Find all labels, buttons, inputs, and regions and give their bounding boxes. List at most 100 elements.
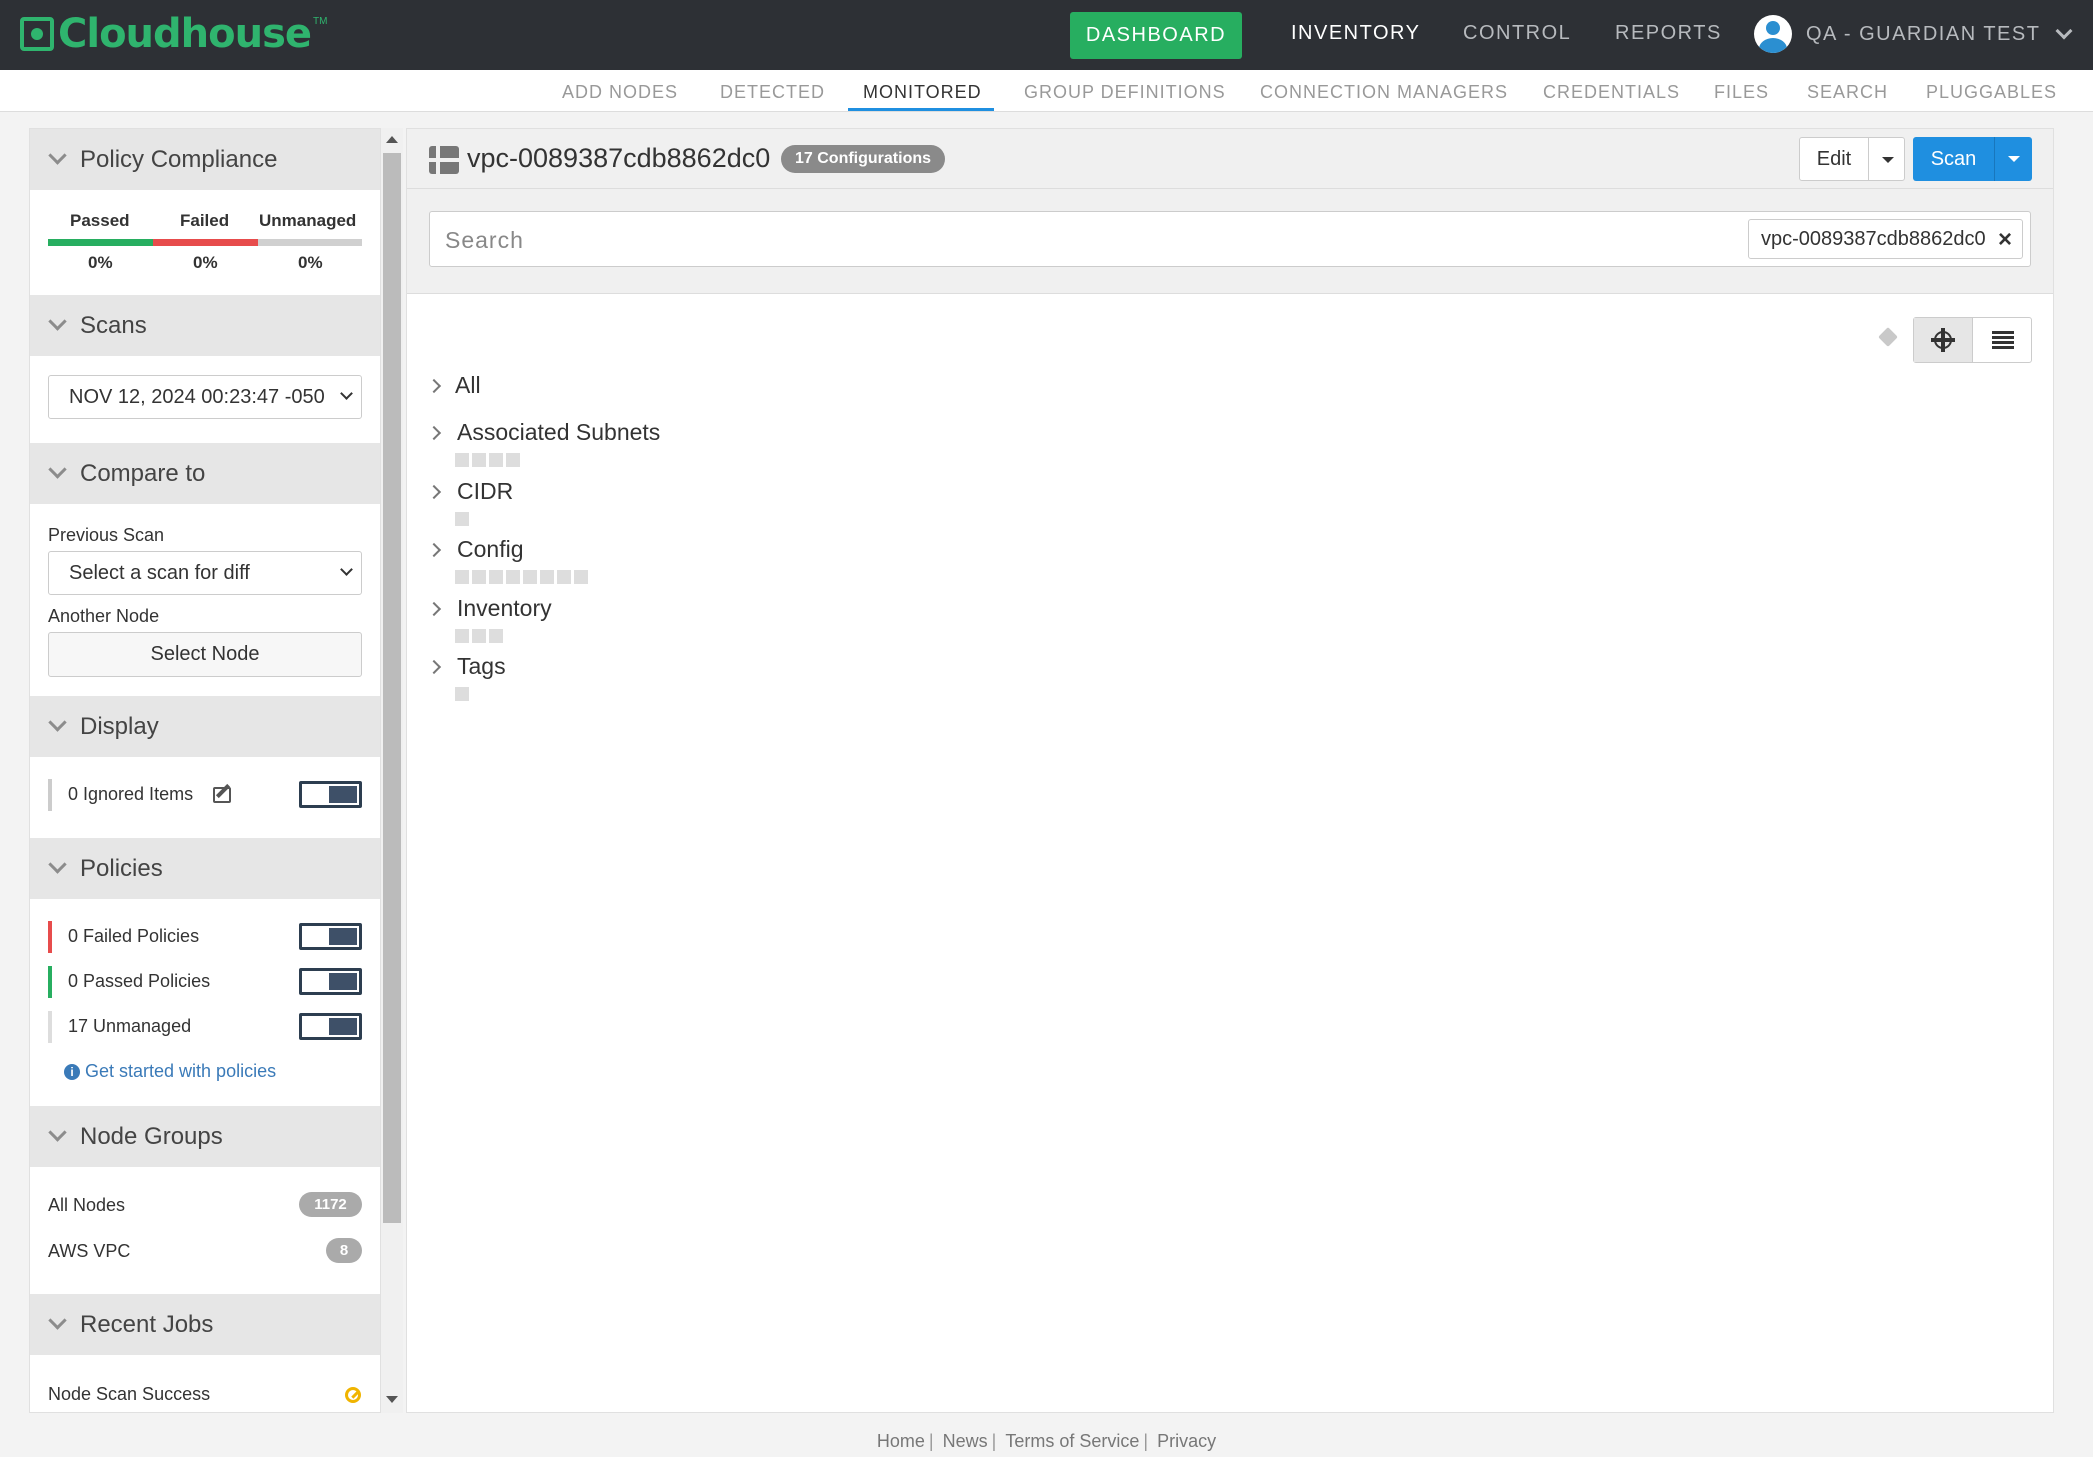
- unmanaged-indicator: [48, 1011, 52, 1043]
- subnav-group-definitions[interactable]: GROUP DEFINITIONS: [1024, 82, 1226, 103]
- node-header: vpc-0089387cdb8862dc0 17 Configurations …: [407, 129, 2053, 189]
- chevron-right-icon[interactable]: [426, 378, 442, 394]
- section-header-scans[interactable]: Scans: [30, 295, 380, 356]
- scroll-up-arrow-icon[interactable]: [386, 136, 398, 143]
- section-header-recent-jobs[interactable]: Recent Jobs: [30, 1294, 380, 1355]
- chevron-down-icon: [48, 1123, 67, 1142]
- tree-node-label[interactable]: All: [455, 372, 481, 399]
- node-title: vpc-0089387cdb8862dc0: [467, 143, 771, 173]
- passed-bar: [48, 239, 153, 246]
- child-item-marker: [557, 570, 571, 584]
- tree-node-children-preview: [455, 570, 588, 584]
- subnav-add-nodes[interactable]: ADD NODES: [562, 82, 678, 103]
- footer-terms-link[interactable]: Terms of Service: [1005, 1431, 1139, 1451]
- subnav-detected[interactable]: DETECTED: [720, 82, 825, 103]
- cloudhouse-logo[interactable]: Cloudhouse TM: [20, 10, 327, 58]
- previous-scan-select[interactable]: Select a scan for diff: [48, 551, 362, 595]
- chevron-down-icon: [48, 855, 67, 874]
- nav-control[interactable]: CONTROL: [1463, 22, 1571, 45]
- subnav-monitored[interactable]: MONITORED: [863, 82, 982, 103]
- scroll-thumb[interactable]: [383, 153, 401, 1223]
- section-header-compare[interactable]: Compare to: [30, 443, 380, 504]
- edit-icon[interactable]: [213, 787, 231, 803]
- configurations-badge: 17 Configurations: [781, 145, 946, 173]
- chevron-right-icon[interactable]: [426, 601, 442, 617]
- edit-dropdown-button[interactable]: [1868, 137, 1905, 181]
- section-title: Scans: [80, 311, 147, 339]
- scan-button[interactable]: Scan: [1913, 137, 1995, 181]
- chevron-down-icon: [48, 460, 67, 479]
- section-title: Policy Compliance: [80, 145, 278, 173]
- list-view-icon[interactable]: [1992, 331, 2014, 349]
- failed-label: Failed: [180, 211, 230, 230]
- cog-icon: [20, 17, 54, 51]
- child-item-marker: [455, 512, 469, 526]
- section-header-node-groups[interactable]: Node Groups: [30, 1106, 380, 1167]
- footer-privacy-link[interactable]: Privacy: [1157, 1431, 1216, 1451]
- recent-job-item[interactable]: Node Scan Success: [48, 1384, 210, 1405]
- sidebar: Policy Compliance Passed Failed Unmanage…: [29, 128, 381, 1413]
- node-group-aws-vpc[interactable]: AWS VPC: [48, 1241, 130, 1262]
- chevron-right-icon[interactable]: [426, 542, 442, 558]
- tree-node-label[interactable]: Inventory: [457, 595, 552, 622]
- section-header-policies[interactable]: Policies: [30, 838, 380, 899]
- tree-view-button[interactable]: [1914, 318, 1973, 362]
- chevron-down-icon: [340, 563, 353, 576]
- unmanaged-toggle[interactable]: [299, 1013, 362, 1040]
- failed-policies-toggle[interactable]: [299, 923, 362, 950]
- search-input[interactable]: Search vpc-0089387cdb8862dc0 ×: [429, 211, 2031, 267]
- unmanaged-label: 17 Unmanaged: [68, 1016, 192, 1036]
- footer-news-link[interactable]: News: [943, 1431, 988, 1451]
- tree-node-label[interactable]: Associated Subnets: [457, 419, 660, 446]
- scan-dropdown-button[interactable]: [1995, 137, 2032, 181]
- unmanaged-label: Unmanaged: [259, 211, 357, 230]
- scan-select-value: NOV 12, 2024 00:23:47 -050: [69, 385, 325, 408]
- subnav-files[interactable]: FILES: [1714, 82, 1769, 103]
- child-item-marker: [489, 453, 503, 467]
- failed-policies-label: 0 Failed Policies: [68, 926, 200, 946]
- tree-node-label[interactable]: CIDR: [457, 478, 513, 505]
- section-header-display[interactable]: Display: [30, 696, 380, 757]
- footer-home-link[interactable]: Home: [877, 1431, 925, 1451]
- subnav-search[interactable]: SEARCH: [1807, 82, 1888, 103]
- select-node-button[interactable]: Select Node: [48, 632, 362, 677]
- unmanaged-percent: 0%: [298, 253, 323, 272]
- tag-icon[interactable]: [1878, 327, 1898, 347]
- child-item-marker: [540, 570, 554, 584]
- user-menu[interactable]: QA - GUARDIAN TEST: [1754, 14, 2073, 54]
- scroll-down-arrow-icon[interactable]: [386, 1396, 398, 1403]
- passed-policies-toggle[interactable]: [299, 968, 362, 995]
- search-filter-chip[interactable]: vpc-0089387cdb8862dc0 ×: [1748, 219, 2023, 259]
- tree-node-label[interactable]: Config: [457, 536, 523, 563]
- node-group-all-nodes[interactable]: All Nodes: [48, 1195, 125, 1216]
- child-item-marker: [489, 629, 503, 643]
- ignored-items-toggle[interactable]: [299, 781, 362, 808]
- section-title: Policies: [80, 854, 163, 882]
- failed-indicator: [48, 921, 52, 953]
- warning-status-icon: [345, 1387, 361, 1403]
- chevron-right-icon[interactable]: [426, 484, 442, 500]
- chevron-right-icon[interactable]: [426, 659, 442, 675]
- tree-node-label[interactable]: Tags: [457, 653, 506, 680]
- sidebar-scrollbar[interactable]: [381, 128, 403, 1413]
- chevron-right-icon[interactable]: [426, 425, 442, 441]
- scan-select[interactable]: NOV 12, 2024 00:23:47 -050: [48, 375, 362, 419]
- nav-reports[interactable]: REPORTS: [1615, 22, 1722, 45]
- child-item-marker: [574, 570, 588, 584]
- child-item-marker: [489, 570, 503, 584]
- get-started-link[interactable]: Get started with policies: [85, 1061, 276, 1082]
- section-header-policy-compliance[interactable]: Policy Compliance: [30, 129, 380, 190]
- subnav-credentials[interactable]: CREDENTIALS: [1543, 82, 1680, 103]
- failed-bar: [153, 239, 258, 246]
- subnav-pluggables[interactable]: PLUGGABLES: [1926, 82, 2057, 103]
- child-item-marker: [455, 453, 469, 467]
- passed-label: Passed: [70, 211, 130, 230]
- edit-button[interactable]: Edit: [1799, 137, 1869, 181]
- unmanaged-bar: [258, 239, 362, 246]
- subnav-connection-managers[interactable]: CONNECTION MANAGERS: [1260, 82, 1508, 103]
- nav-inventory[interactable]: INVENTORY: [1291, 22, 1420, 45]
- chip-label: vpc-0089387cdb8862dc0: [1761, 227, 1986, 250]
- dashboard-button[interactable]: DASHBOARD: [1070, 12, 1242, 59]
- child-item-marker: [472, 629, 486, 643]
- close-icon[interactable]: ×: [1998, 226, 2012, 254]
